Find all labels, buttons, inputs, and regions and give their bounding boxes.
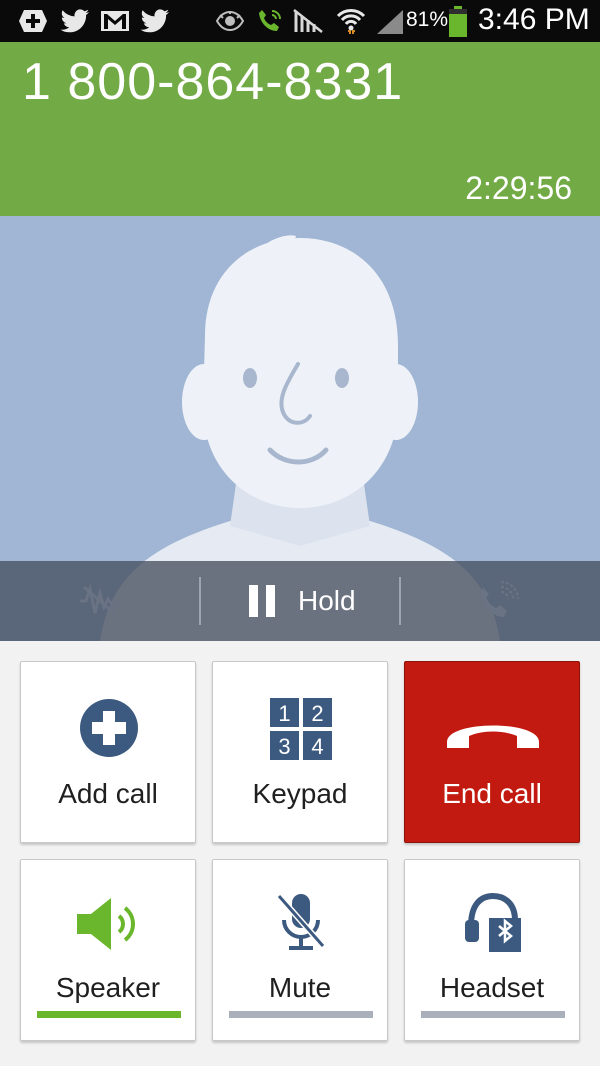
status-time: 3:46 PM bbox=[478, 3, 590, 36]
headset-label: Headset bbox=[439, 972, 545, 1003]
end-call-label: End call bbox=[442, 778, 542, 809]
call-header: 1 800-864-8331 2:29:56 bbox=[0, 42, 600, 216]
battery-percent: 81% bbox=[406, 8, 449, 31]
speaker-active-indicator bbox=[37, 1011, 181, 1018]
twitter-icon bbox=[60, 9, 89, 33]
status-bar: 81% 3:46 PM bbox=[0, 0, 600, 42]
keypad-digit: 4 bbox=[311, 734, 323, 759]
add-call-button[interactable]: Add call bbox=[20, 661, 196, 843]
end-call-icon bbox=[447, 725, 539, 748]
call-active-icon bbox=[259, 10, 281, 31]
battery-icon bbox=[449, 6, 467, 37]
extra-volume-button[interactable] bbox=[401, 561, 600, 641]
pause-icon bbox=[249, 585, 275, 617]
keypad-label: Keypad bbox=[252, 778, 348, 809]
headset-button[interactable]: Headset bbox=[404, 859, 580, 1041]
keypad-button[interactable]: 1 2 3 4 Keypad bbox=[212, 661, 388, 843]
speaker-label: Speaker bbox=[55, 972, 161, 1003]
noise-reduction-button[interactable] bbox=[0, 561, 200, 641]
keypad-icon: 1 2 3 4 bbox=[270, 698, 332, 760]
mute-icon bbox=[276, 894, 326, 950]
cell-signal-icon bbox=[377, 10, 403, 34]
headset-indicator bbox=[421, 1011, 565, 1018]
mute-indicator bbox=[229, 1011, 373, 1018]
speaker-icon bbox=[77, 898, 135, 950]
add-call-label: Add call bbox=[58, 778, 158, 809]
phone-number: 1 800-864-8331 bbox=[22, 53, 404, 111]
gmail-icon bbox=[101, 11, 129, 31]
speaker-button[interactable]: Speaker bbox=[20, 859, 196, 1041]
hold-label: Hold bbox=[298, 585, 356, 616]
keypad-digit: 3 bbox=[278, 734, 290, 759]
mute-button[interactable]: Mute bbox=[212, 859, 388, 1041]
wifi-icon bbox=[336, 9, 366, 34]
call-duration: 2:29:56 bbox=[465, 170, 572, 206]
hold-button[interactable]: Hold bbox=[201, 561, 399, 641]
call-actions-grid: Add call 1 2 3 4 Keypad End call Speaker bbox=[0, 641, 600, 1066]
twitter-icon bbox=[140, 9, 169, 33]
bluetooth-headset-icon bbox=[465, 892, 521, 952]
add-notification-icon bbox=[19, 10, 47, 32]
extra-volume-icon bbox=[481, 581, 520, 617]
keypad-digit: 2 bbox=[311, 701, 323, 726]
call-control-strip: Hold bbox=[0, 561, 600, 641]
eye-icon bbox=[216, 11, 244, 31]
mute-label: Mute bbox=[268, 972, 332, 1003]
end-call-button[interactable]: End call bbox=[404, 661, 580, 843]
no-signal-icon bbox=[293, 9, 323, 33]
keypad-digit: 1 bbox=[278, 701, 290, 726]
add-call-icon bbox=[80, 699, 138, 757]
noise-reduction-icon bbox=[80, 583, 120, 617]
